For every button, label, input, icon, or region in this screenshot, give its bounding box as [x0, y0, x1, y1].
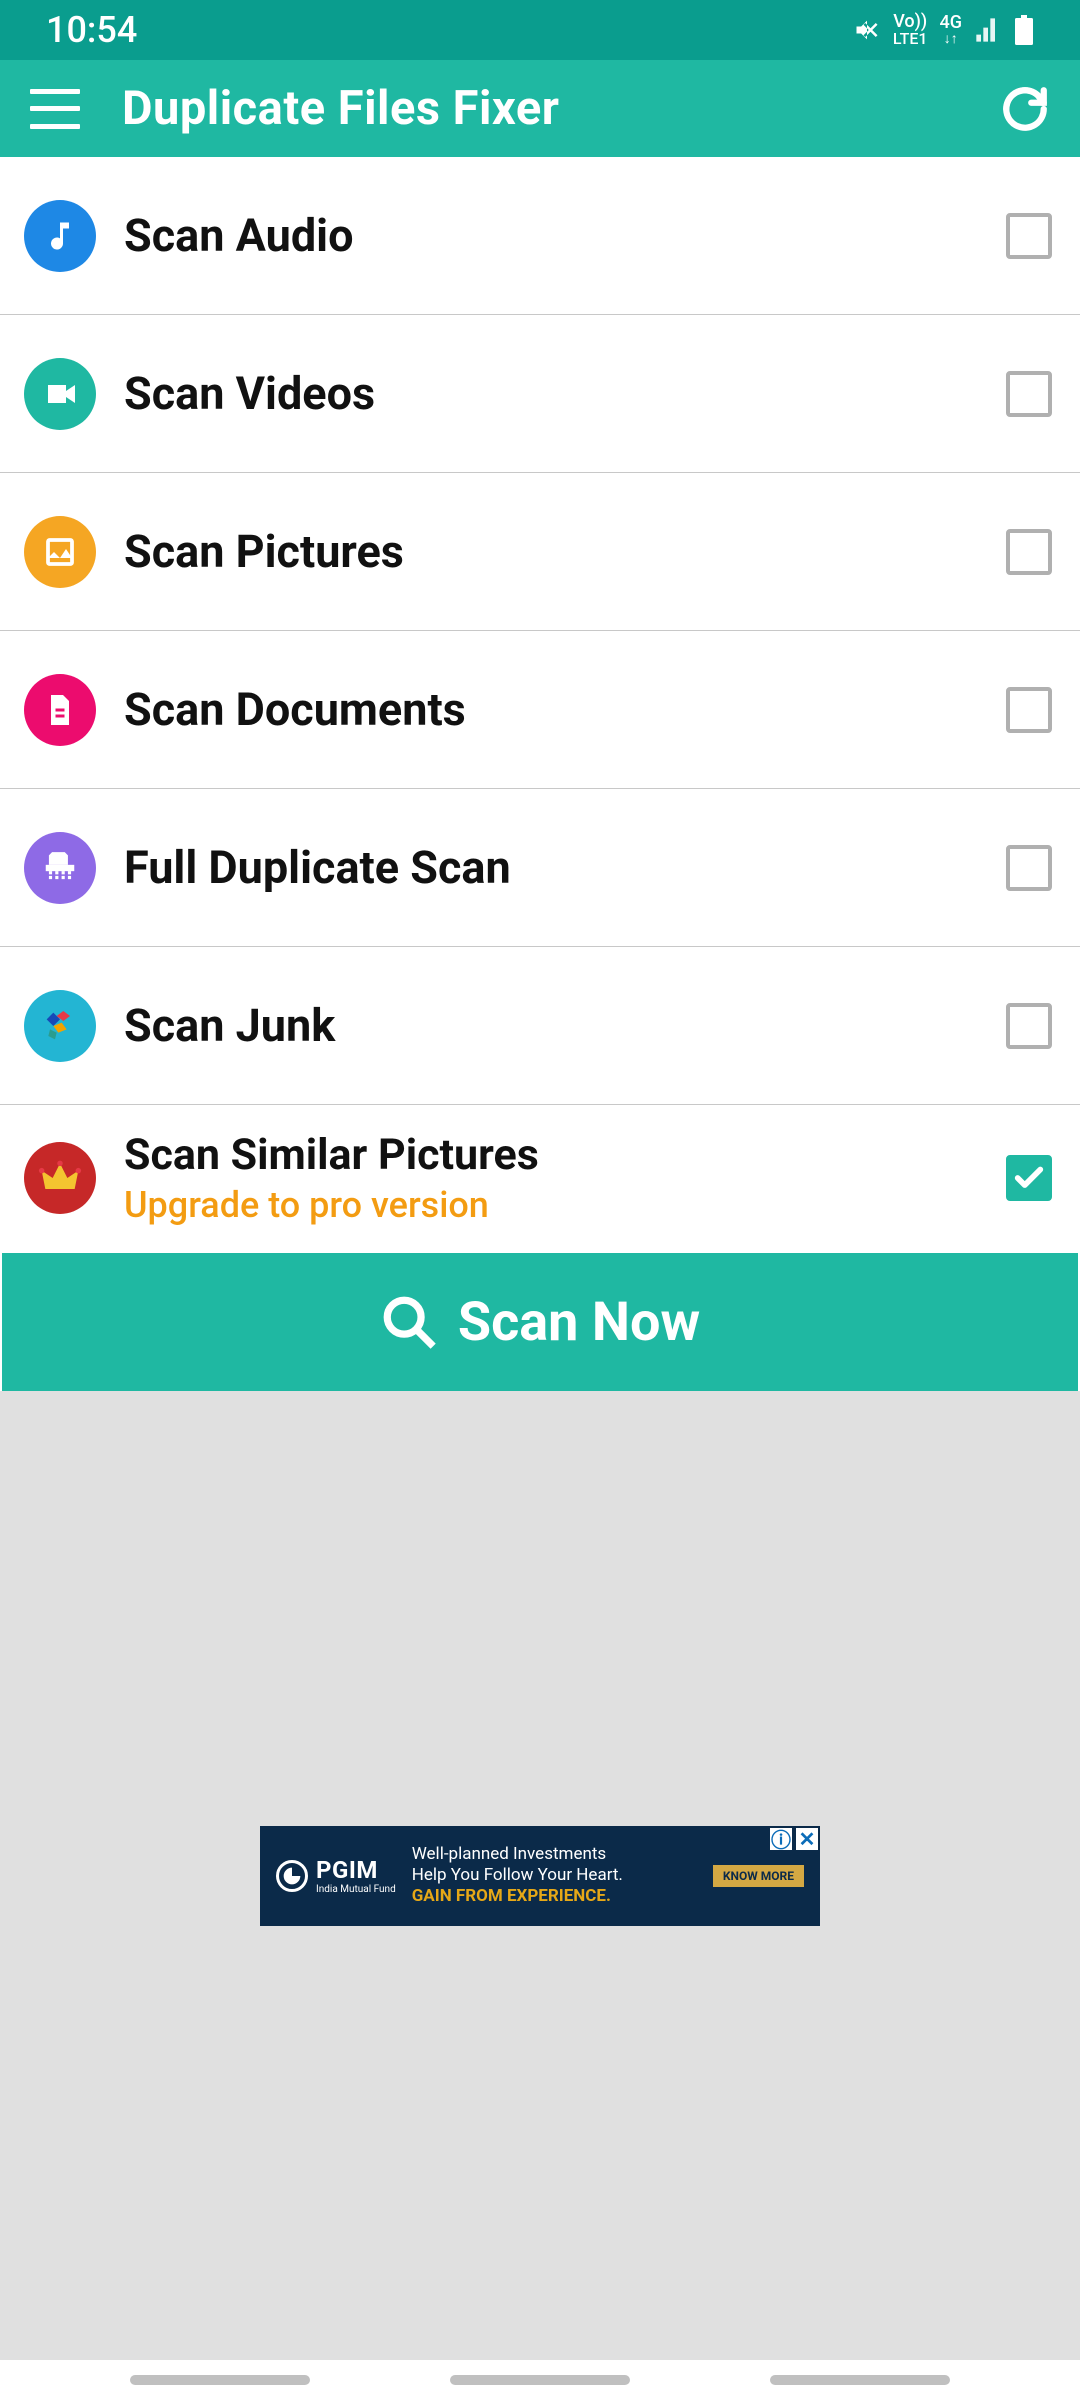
ad-close-icon[interactable]: ✕	[794, 1826, 820, 1852]
music-note-icon	[24, 200, 96, 272]
status-bar: 10:54 Vo)) LTE1 4G ↓↑	[0, 0, 1080, 60]
scan-option-label: Scan Pictures	[124, 525, 1006, 578]
ad-banner[interactable]: ⓘ ✕ PGIM India Mutual Fund Well-planned …	[260, 1826, 820, 1926]
scan-options-list: Scan Audio Scan Videos Scan Pictures Sca…	[0, 157, 1080, 1251]
menu-icon[interactable]	[30, 89, 80, 129]
scan-option-audio[interactable]: Scan Audio	[0, 157, 1080, 315]
checkbox-full[interactable]	[1006, 845, 1052, 891]
shredder-icon	[24, 832, 96, 904]
scan-option-junk[interactable]: Scan Junk	[0, 947, 1080, 1105]
nav-pill	[450, 2375, 630, 2385]
scan-option-label: Scan Junk	[124, 999, 1006, 1052]
checkbox-junk[interactable]	[1006, 1003, 1052, 1049]
ad-brand: PGIM India Mutual Fund	[316, 1856, 396, 1895]
refresh-icon[interactable]	[1000, 84, 1050, 134]
video-icon	[24, 358, 96, 430]
signal-icon	[974, 16, 1002, 44]
gesture-nav-bar	[0, 2360, 1080, 2400]
scan-option-label: Scan Documents	[124, 683, 1006, 736]
ad-text: Well-planned Investments Help You Follow…	[412, 1844, 713, 1908]
scan-option-similar[interactable]: Scan Similar Pictures Upgrade to pro ver…	[0, 1105, 1080, 1251]
junk-icon	[24, 990, 96, 1062]
scan-option-documents[interactable]: Scan Documents	[0, 631, 1080, 789]
scan-option-label: Scan Audio	[124, 209, 1006, 262]
status-time: 10:54	[46, 9, 137, 51]
status-icons: Vo)) LTE1 4G ↓↑	[853, 13, 1034, 47]
ad-info-icon[interactable]: ⓘ	[768, 1826, 794, 1852]
scan-option-videos[interactable]: Scan Videos	[0, 315, 1080, 473]
document-icon	[24, 674, 96, 746]
volte-indicator: Vo)) LTE1	[893, 13, 928, 47]
image-icon	[24, 516, 96, 588]
crown-icon	[24, 1142, 96, 1214]
checkbox-similar[interactable]	[1006, 1155, 1052, 1201]
scan-now-button[interactable]: Scan Now	[2, 1253, 1078, 1391]
checkbox-documents[interactable]	[1006, 687, 1052, 733]
nav-pill	[130, 2375, 310, 2385]
network-4g-indicator: 4G ↓↑	[940, 14, 963, 46]
scan-option-pictures[interactable]: Scan Pictures	[0, 473, 1080, 631]
scan-now-label: Scan Now	[458, 1291, 700, 1354]
scan-option-full[interactable]: Full Duplicate Scan	[0, 789, 1080, 947]
checkbox-pictures[interactable]	[1006, 529, 1052, 575]
app-title: Duplicate Files Fixer	[122, 81, 1000, 136]
checkbox-audio[interactable]	[1006, 213, 1052, 259]
mute-vibrate-icon	[853, 16, 881, 44]
scan-option-label: Scan Videos	[124, 367, 1006, 420]
ad-container: ⓘ ✕ PGIM India Mutual Fund Well-planned …	[0, 1391, 1080, 2360]
scan-option-label: Full Duplicate Scan	[124, 841, 1006, 894]
ad-cta-button[interactable]: KNOW MORE	[713, 1865, 804, 1887]
search-icon	[380, 1293, 438, 1351]
checkbox-videos[interactable]	[1006, 371, 1052, 417]
app-bar: Duplicate Files Fixer	[0, 60, 1080, 157]
upgrade-sub-label: Upgrade to pro version	[124, 1184, 1006, 1226]
battery-icon	[1014, 15, 1034, 45]
nav-pill	[770, 2375, 950, 2385]
scan-option-label: Scan Similar Pictures	[124, 1130, 1006, 1180]
ad-logo-icon	[276, 1860, 308, 1892]
ad-controls: ⓘ ✕	[768, 1826, 820, 1852]
